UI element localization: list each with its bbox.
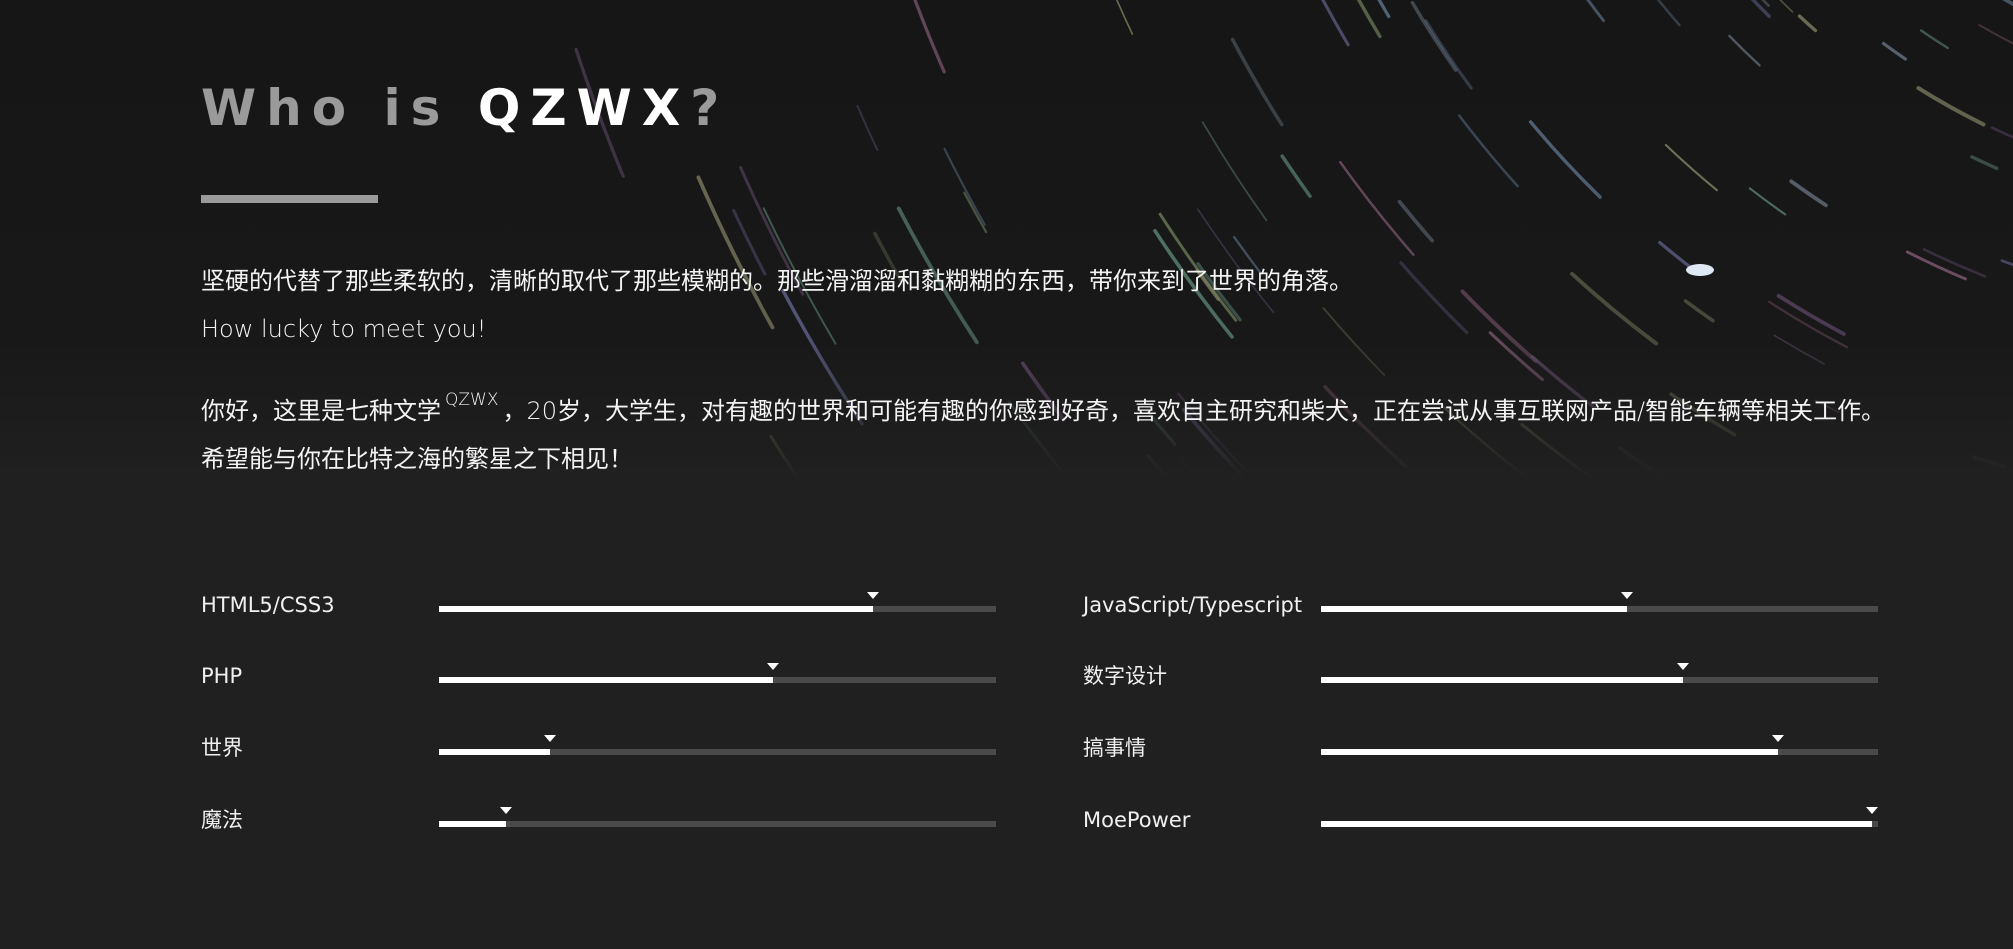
skill-marker-icon	[1677, 663, 1690, 670]
skill-bar-track	[1321, 735, 1878, 755]
skill-marker-icon	[1621, 592, 1634, 599]
page-title: Who is QZWX?	[201, 78, 729, 138]
skill-marker-icon	[867, 592, 880, 599]
skill-label: PHP	[201, 664, 243, 688]
title-underline	[201, 195, 378, 203]
intro-paragraph: 坚硬的代替了那些柔软的，清晰的取代了那些模糊的。那些滑溜溜和黏糊糊的东西，带你来…	[201, 257, 1353, 353]
skill-marker-icon	[767, 663, 780, 670]
page: Who is QZWX? 坚硬的代替了那些柔软的，清晰的取代了那些模糊的。那些滑…	[0, 0, 2013, 949]
title-prefix: Who is	[201, 79, 478, 137]
title-suffix: ?	[690, 79, 730, 137]
skill-bar-fill	[1321, 606, 1628, 612]
skill-bar-fill	[439, 677, 774, 683]
skill-marker-icon	[499, 807, 512, 814]
skill-bar-track	[1321, 592, 1878, 612]
skill-bar-track	[1321, 663, 1878, 683]
about-text-1: 你好，这里是七种文学	[201, 397, 441, 425]
satellite-glint	[1686, 264, 1714, 276]
about-line-2: 希望能与你在比特之海的繁星之下相见！	[201, 445, 633, 473]
title-name: QZWX	[477, 79, 691, 137]
about-paragraph: 你好，这里是七种文学 QZWX ，20岁，大学生，对有趣的世界和可能有趣的你感到好奇…	[201, 387, 1885, 483]
skill-label: JavaScript/Typescript	[1083, 593, 1303, 617]
about-sup: QZWX	[445, 390, 499, 410]
intro-line-2: How lucky to meet you!	[201, 315, 487, 343]
skill-bar-track	[439, 663, 996, 683]
skill-bar-fill	[1321, 821, 1873, 827]
skill-bar-fill	[439, 749, 551, 755]
skill-marker-icon	[1771, 735, 1784, 742]
skill-bar-fill	[439, 821, 506, 827]
skill-label: HTML5/CSS3	[201, 593, 335, 617]
skill-bar-fill	[439, 606, 874, 612]
skill-bar-fill	[1321, 749, 1778, 755]
about-text-2: ，20岁，大学生，对有趣的世界和可能有趣的你感到好奇，喜欢自主研究和柴犬，正在尝…	[502, 397, 1886, 425]
skill-bar-track	[1321, 807, 1879, 827]
skill-bar-track	[439, 735, 996, 755]
skill-label: 搞事情	[1083, 736, 1146, 760]
skill-bar-fill	[1321, 677, 1684, 683]
skill-label: MoePower	[1083, 808, 1191, 832]
skill-label: 数字设计	[1083, 664, 1167, 688]
skill-marker-icon	[544, 735, 557, 742]
skill-bar-track	[439, 807, 996, 827]
skill-label: 世界	[201, 736, 243, 760]
skill-bar-track	[439, 592, 996, 612]
skill-label: 魔法	[201, 808, 243, 832]
skill-marker-icon	[1866, 807, 1879, 814]
intro-line-1: 坚硬的代替了那些柔软的，清晰的取代了那些模糊的。那些滑溜溜和黏糊糊的东西，带你来…	[201, 267, 1353, 295]
